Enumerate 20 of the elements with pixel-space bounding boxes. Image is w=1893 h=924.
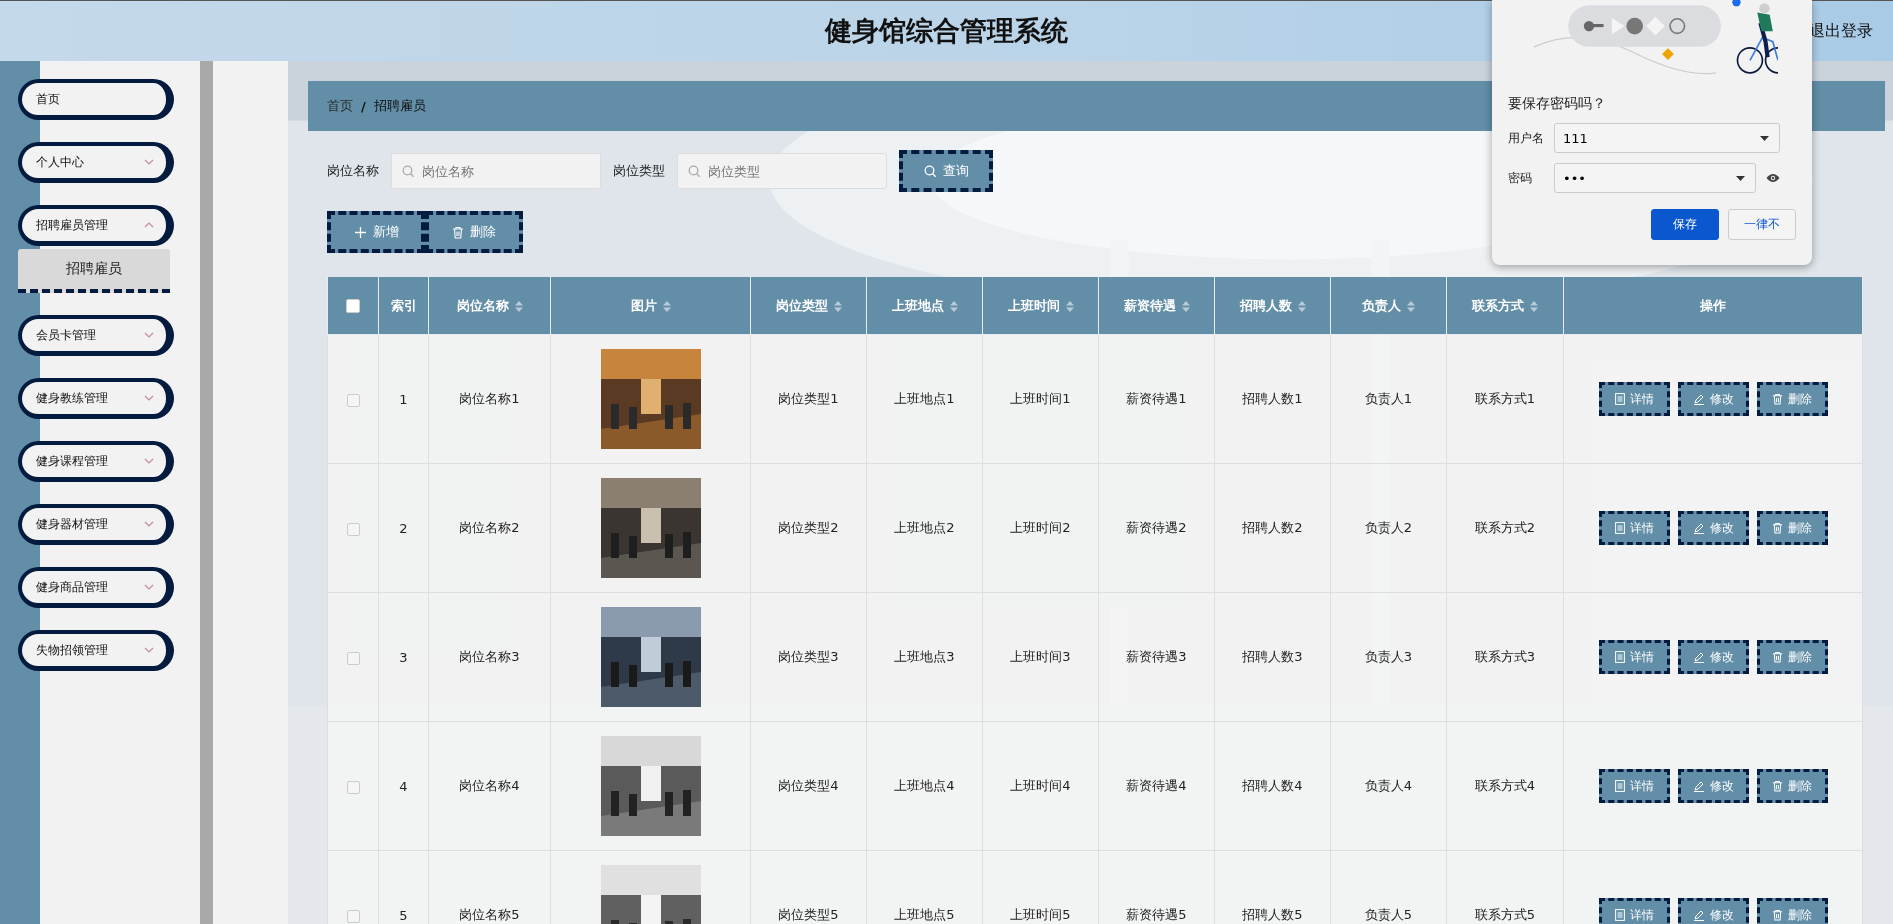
scrollbar[interactable] [200, 61, 213, 924]
chevron-icon [144, 395, 154, 401]
chevron-icon [144, 458, 154, 464]
chevron-icon [144, 222, 154, 228]
chevron-icon [144, 647, 154, 653]
menu-item[interactable]: 会员卡管理 [18, 315, 174, 356]
chevron-icon [144, 332, 154, 338]
chevron-icon [144, 521, 154, 527]
menu-item[interactable]: 健身器材管理 [18, 504, 174, 545]
chevron-icon [144, 584, 154, 590]
menu-item[interactable]: 失物招领管理 [18, 630, 174, 671]
app-title: 健身馆综合管理系统 [825, 14, 1068, 48]
submenu-item[interactable]: 招聘雇员 [18, 249, 170, 293]
menu-item[interactable]: 招聘雇员管理 [18, 205, 174, 246]
menu-item[interactable]: 健身课程管理 [18, 441, 174, 482]
chevron-icon [144, 159, 154, 165]
menu-item[interactable]: 首页 [18, 79, 174, 120]
menu-item[interactable]: 健身教练管理 [18, 378, 174, 419]
menu-item[interactable]: 个人中心 [18, 142, 174, 183]
menu-item[interactable]: 健身商品管理 [18, 567, 174, 608]
